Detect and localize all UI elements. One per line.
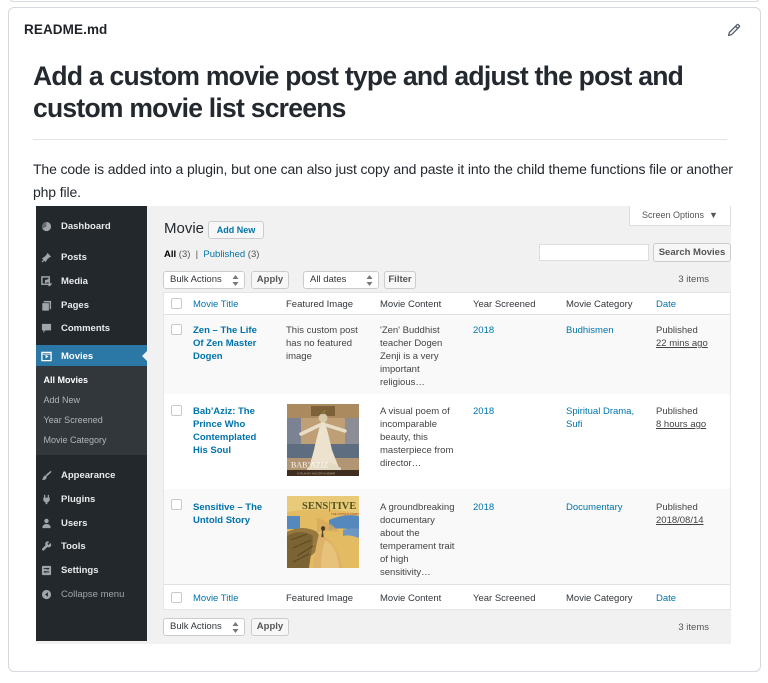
- svg-text:SENS|TIVE: SENS|TIVE: [302, 501, 356, 512]
- svg-text:THE UNTOLD STORY: THE UNTOLD STORY: [331, 512, 359, 516]
- svg-text:BAB’AZIZ: BAB’AZIZ: [291, 461, 328, 470]
- svg-text:A FILM BY NACER KHEMIR: A FILM BY NACER KHEMIR: [297, 472, 336, 476]
